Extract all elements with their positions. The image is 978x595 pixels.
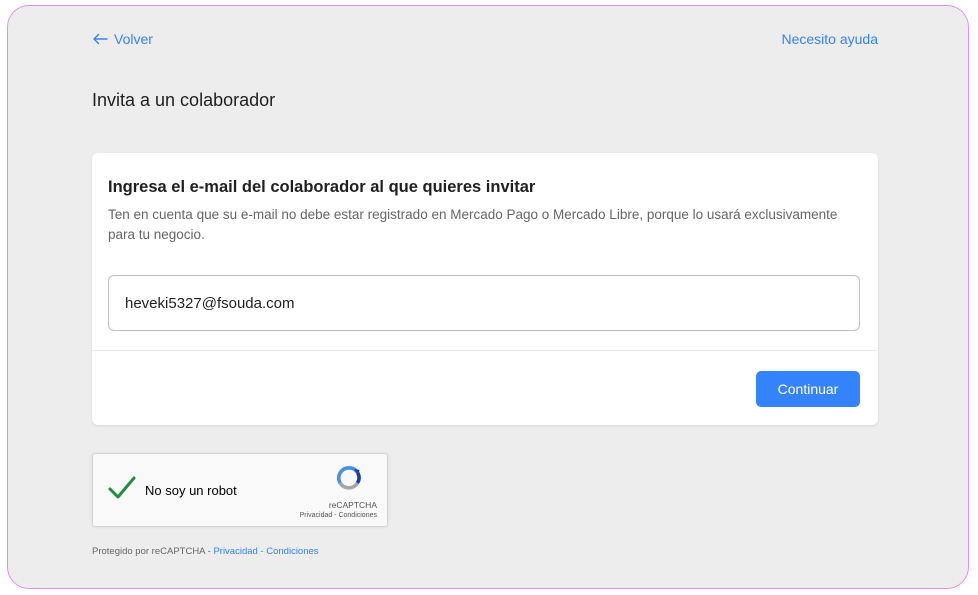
page-title: Invita a un colaborador [92,90,276,110]
recaptcha-logo-icon [336,466,361,490]
footnote-prefix: Protegido por reCAPTCHA - [92,546,214,557]
recaptcha-widget: No soy un robot reCAPTCHA Privacidad - C… [92,453,388,527]
card-description: Ten en cuenta que su e-mail no debe esta… [108,207,838,242]
card-divider [92,350,878,351]
invite-card: Ingresa el e-mail del colaborador al que… [92,153,878,425]
recaptcha-brand: reCAPTCHA [328,500,377,510]
check-icon[interactable] [107,475,137,501]
recaptcha-terms[interactable]: Privacidad - Condiciones [300,512,377,519]
back-label: Volver [114,31,153,47]
recaptcha-checkbox-label: No soy un robot [145,483,237,498]
arrow-left-icon [93,33,108,45]
continue-button[interactable]: Continuar [756,371,860,407]
footnote-separator: - [257,546,267,557]
privacy-link[interactable]: Privacidad [213,546,257,557]
card-heading: Ingresa el e-mail del colaborador al que… [108,178,536,196]
recaptcha-footnote: Protegido por reCAPTCHA - Privacidad - C… [92,546,319,557]
top-nav: Volver Necesito ayuda [92,28,878,50]
email-field[interactable] [108,275,860,331]
app-frame: Volver Necesito ayuda Invita a un colabo… [7,5,969,589]
back-link[interactable]: Volver [92,31,153,47]
help-link[interactable]: Necesito ayuda [781,31,878,47]
terms-link[interactable]: Condiciones [266,546,318,557]
